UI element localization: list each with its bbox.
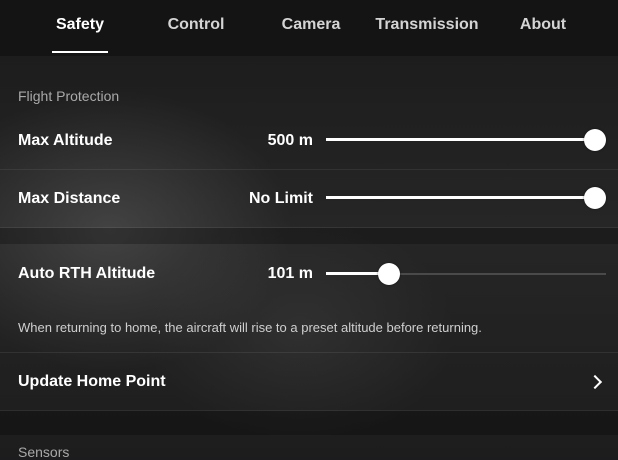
tab-safety[interactable]: Safety — [40, 0, 120, 50]
section-gap — [0, 228, 618, 244]
max-altitude-slider[interactable] — [326, 128, 606, 152]
update-home-point-label: Update Home Point — [18, 373, 166, 390]
update-home-point-row[interactable]: Update Home Point — [0, 353, 618, 411]
slider-fill — [326, 138, 595, 141]
max-distance-row: Max Distance No Limit — [0, 170, 618, 228]
slider-thumb[interactable] — [584, 129, 606, 151]
tab-control[interactable]: Control — [156, 0, 236, 50]
slider-thumb[interactable] — [584, 187, 606, 209]
active-tab-indicator — [52, 51, 108, 53]
tab-camera[interactable]: Camera — [271, 0, 351, 50]
section-gap — [0, 411, 618, 435]
max-distance-value: No Limit — [249, 190, 313, 207]
max-altitude-label: Max Altitude — [18, 132, 113, 149]
auto-rth-altitude-value: 101 m — [267, 265, 313, 282]
tab-about[interactable]: About — [503, 0, 583, 50]
auto-rth-description: When returning to home, the aircraft wil… — [18, 320, 482, 335]
tab-transmission[interactable]: Transmission — [372, 0, 482, 50]
auto-rth-altitude-label: Auto RTH Altitude — [18, 265, 156, 282]
max-distance-slider[interactable] — [326, 186, 606, 210]
max-altitude-row: Max Altitude 500 m — [0, 112, 618, 170]
slider-thumb[interactable] — [377, 263, 400, 285]
auto-rth-altitude-row: Auto RTH Altitude 101 m — [0, 245, 618, 305]
chevron-right-icon — [587, 374, 603, 390]
max-distance-label: Max Distance — [18, 190, 121, 207]
section-header-flight-protection: Flight Protection — [18, 88, 120, 104]
section-header-sensors: Sensors — [18, 444, 70, 460]
tab-bar: Safety Control Camera Transmission About — [0, 0, 618, 56]
auto-rth-altitude-slider[interactable] — [326, 262, 606, 286]
max-altitude-value: 500 m — [267, 132, 313, 149]
slider-fill — [326, 196, 595, 199]
